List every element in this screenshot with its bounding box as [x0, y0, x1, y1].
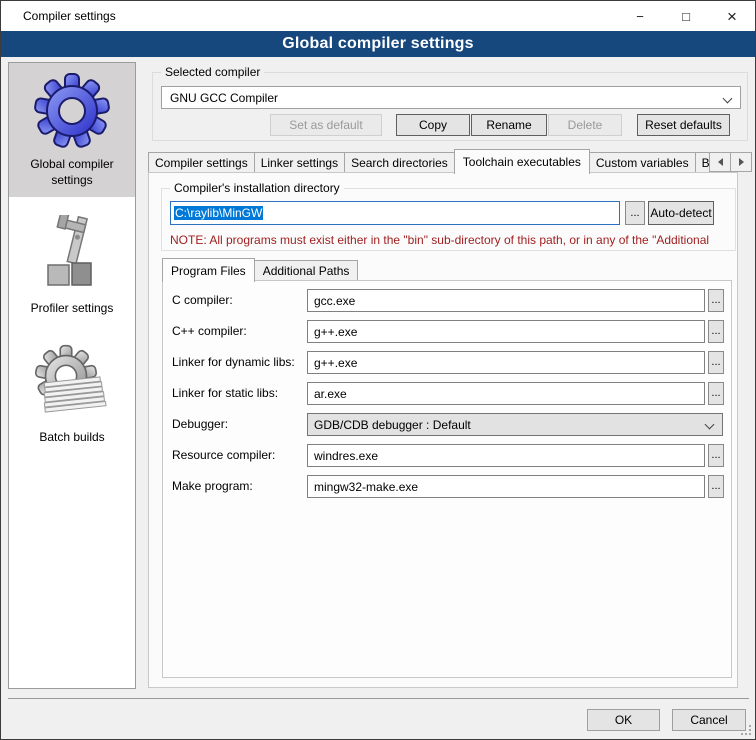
close-icon: × — [727, 8, 737, 25]
browse-directory-button[interactable]: ... — [625, 201, 645, 225]
debugger-dropdown[interactable]: GDB/CDB debugger : Default — [307, 413, 723, 436]
form-row-make-program: Make program: mingw32-make.exe ... — [163, 475, 731, 498]
c-compiler-value: gcc.exe — [314, 294, 355, 308]
reset-defaults-button[interactable]: Reset defaults — [637, 114, 730, 136]
scroll-right-icon — [739, 158, 744, 166]
dynamic-linker-label: Linker for dynamic libs: — [172, 351, 295, 374]
close-button[interactable]: × — [709, 1, 755, 31]
installation-directory-input[interactable]: C:\raylib\MinGW — [170, 201, 620, 225]
rename-button[interactable]: Rename — [471, 114, 547, 136]
sidebar-item-global-compiler-settings[interactable]: Global compiler settings — [9, 63, 135, 197]
chevron-down-icon — [705, 420, 715, 430]
make-program-browse-button[interactable]: ... — [708, 475, 724, 498]
cpp-compiler-value: g++.exe — [314, 325, 357, 339]
minimize-button[interactable]: − — [617, 1, 663, 31]
compiler-settings-dialog: Compiler settings − □ × Global compiler … — [0, 0, 756, 740]
blue-gear-icon — [11, 69, 133, 153]
static-linker-browse-button[interactable]: ... — [708, 382, 724, 405]
tab-scroll-buttons — [709, 152, 751, 172]
sidebar-item-label: Profiler settings — [11, 301, 133, 317]
static-linker-label: Linker for static libs: — [172, 382, 278, 405]
selected-compiler-value: GNU GCC Compiler — [170, 91, 278, 105]
settings-category-list: Global compiler settings — [8, 62, 136, 689]
tab-toolchain-executables[interactable]: Toolchain executables — [454, 149, 590, 174]
installation-directory-group-label: Compiler's installation directory — [170, 181, 344, 195]
tab-scroll-left-button[interactable] — [709, 152, 731, 172]
static-linker-input[interactable]: ar.exe — [307, 382, 705, 405]
sidebar-item-profiler-settings[interactable]: Profiler settings — [9, 207, 135, 326]
form-row-dynamic-linker: Linker for dynamic libs: g++.exe ... — [163, 351, 731, 374]
gray-gear-stack-icon — [11, 342, 133, 426]
resource-compiler-browse-button[interactable]: ... — [708, 444, 724, 467]
set-as-default-button[interactable]: Set as default — [270, 114, 382, 136]
auto-detect-button[interactable]: Auto-detect — [648, 201, 714, 225]
tab-program-files[interactable]: Program Files — [162, 258, 255, 282]
window-title: Compiler settings — [1, 9, 617, 23]
form-row-debugger: Debugger: GDB/CDB debugger : Default — [163, 413, 731, 436]
settings-tabstrip: Compiler settings Linker settings Search… — [148, 150, 735, 172]
delete-button[interactable]: Delete — [548, 114, 622, 136]
tab-custom-variables[interactable]: Custom variables — [589, 152, 696, 172]
dialog-header: Global compiler settings — [1, 31, 755, 57]
static-linker-value: ar.exe — [314, 387, 347, 401]
form-row-resource-compiler: Resource compiler: windres.exe ... — [163, 444, 731, 467]
sidebar-item-batch-builds[interactable]: Batch builds — [9, 336, 135, 455]
maximize-button[interactable]: □ — [663, 1, 709, 31]
chevron-down-icon — [723, 94, 733, 104]
title-bar: Compiler settings − □ × — [1, 1, 755, 31]
program-files-page: C compiler: gcc.exe ... C++ compiler: g+… — [162, 280, 732, 678]
form-row-static-linker: Linker for static libs: ar.exe ... — [163, 382, 731, 405]
form-row-cpp-compiler: C++ compiler: g++.exe ... — [163, 320, 731, 343]
toolchain-executables-page: Compiler's installation directory C:\ray… — [148, 172, 738, 688]
dynamic-linker-browse-button[interactable]: ... — [708, 351, 724, 374]
tab-scroll-right-button[interactable] — [730, 152, 752, 172]
copy-button[interactable]: Copy — [396, 114, 470, 136]
program-tabstrip: Program Files Additional Paths — [162, 258, 357, 280]
selected-compiler-group-label: Selected compiler — [161, 65, 264, 79]
make-program-value: mingw32-make.exe — [314, 480, 418, 494]
c-compiler-browse-button[interactable]: ... — [708, 289, 724, 312]
sidebar-item-label: Global compiler settings — [11, 157, 133, 188]
cpp-compiler-label: C++ compiler: — [172, 320, 247, 343]
tab-compiler-settings[interactable]: Compiler settings — [148, 152, 255, 172]
debugger-value: GDB/CDB debugger : Default — [314, 418, 471, 432]
installation-directory-value: C:\raylib\MinGW — [174, 206, 263, 220]
cancel-button[interactable]: Cancel — [672, 709, 746, 731]
c-compiler-label: C compiler: — [172, 289, 233, 312]
tab-search-directories[interactable]: Search directories — [344, 152, 455, 172]
form-row-c-compiler: C compiler: gcc.exe ... — [163, 289, 731, 312]
selected-compiler-group: Selected compiler GNU GCC Compiler Set a… — [152, 72, 748, 141]
resource-compiler-label: Resource compiler: — [172, 444, 275, 467]
tab-additional-paths[interactable]: Additional Paths — [254, 260, 359, 280]
footer-divider — [8, 698, 749, 699]
caliper-icon — [11, 213, 133, 297]
minimize-icon: − — [636, 10, 644, 23]
dynamic-linker-input[interactable]: g++.exe — [307, 351, 705, 374]
dialog-body: Global compiler settings — [1, 57, 755, 739]
resize-grip-icon[interactable] — [740, 724, 752, 736]
ok-button[interactable]: OK — [587, 709, 660, 731]
make-program-label: Make program: — [172, 475, 253, 498]
selected-compiler-dropdown[interactable]: GNU GCC Compiler — [161, 86, 741, 109]
make-program-input[interactable]: mingw32-make.exe — [307, 475, 705, 498]
dynamic-linker-value: g++.exe — [314, 356, 357, 370]
sidebar-item-label: Batch builds — [11, 430, 133, 446]
main-area: Selected compiler GNU GCC Compiler Set a… — [146, 57, 752, 739]
installation-directory-group: Compiler's installation directory C:\ray… — [161, 188, 736, 251]
debugger-label: Debugger: — [172, 413, 228, 436]
resource-compiler-value: windres.exe — [314, 449, 378, 463]
maximize-icon: □ — [682, 10, 690, 23]
installation-note: NOTE: All programs must exist either in … — [170, 233, 733, 247]
resource-compiler-input[interactable]: windres.exe — [307, 444, 705, 467]
tab-linker-settings[interactable]: Linker settings — [254, 152, 345, 172]
cpp-compiler-input[interactable]: g++.exe — [307, 320, 705, 343]
cpp-compiler-browse-button[interactable]: ... — [708, 320, 724, 343]
scroll-left-icon — [718, 158, 723, 166]
c-compiler-input[interactable]: gcc.exe — [307, 289, 705, 312]
